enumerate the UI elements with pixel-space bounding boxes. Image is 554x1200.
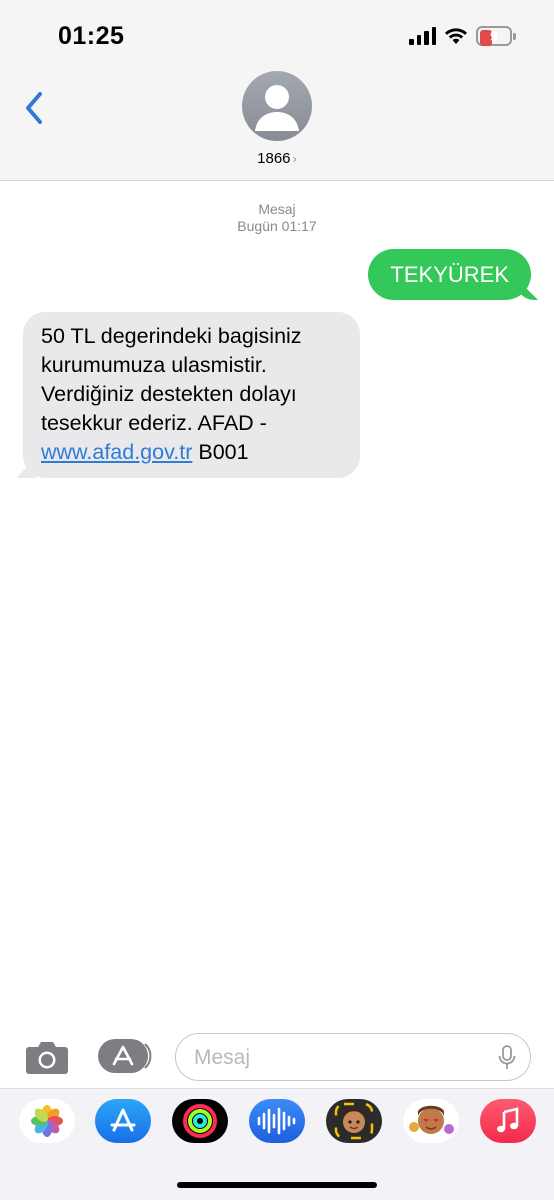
afad-link[interactable]: www.afad.gov.tr <box>41 440 192 464</box>
photos-app[interactable] <box>19 1099 75 1143</box>
contact-name: 1866 <box>257 150 291 167</box>
outgoing-message-text: TEKYÜREK <box>390 262 509 287</box>
memoji-stickers-icon <box>409 1105 454 1134</box>
activity-icon <box>183 1104 217 1138</box>
back-button[interactable] <box>20 90 50 126</box>
memoji-app[interactable] <box>326 1099 382 1143</box>
chevron-right-icon: › <box>292 151 297 166</box>
apps-button[interactable] <box>98 1039 152 1073</box>
photos-icon <box>31 1105 63 1137</box>
camera-icon <box>26 1042 68 1074</box>
outgoing-message-bubble[interactable]: TEKYÜREK <box>368 249 531 300</box>
contact-name-button[interactable]: 1866 › <box>0 150 554 167</box>
status-icons: 9 <box>409 26 516 46</box>
compose-bar <box>0 1025 554 1085</box>
incoming-message-bubble[interactable]: 50 TL degerindeki bagisiniz kurumumuza u… <box>23 312 360 478</box>
home-indicator[interactable] <box>177 1182 377 1188</box>
camera-button[interactable] <box>25 1039 69 1075</box>
service-label: Mesaj <box>258 201 296 217</box>
memoji-stickers-app[interactable] <box>403 1099 459 1143</box>
app-store-icon <box>98 1039 152 1073</box>
timestamp-text: Bugün 01:17 <box>237 218 317 234</box>
status-time: 01:25 <box>58 22 125 50</box>
app-store-icon <box>110 1108 136 1132</box>
battery-icon: 9 <box>476 26 516 46</box>
audio-message-app[interactable] <box>249 1099 305 1143</box>
wifi-icon <box>445 28 467 44</box>
message-input-field[interactable] <box>175 1033 531 1081</box>
music-icon <box>497 1107 519 1133</box>
battery-level: 9 <box>490 28 498 44</box>
activity-app[interactable] <box>172 1099 228 1143</box>
message-timestamp: Mesaj Bugün 01:17 <box>0 201 554 235</box>
microphone-icon <box>498 1045 516 1069</box>
incoming-message-text: 50 TL degerindeki bagisiniz kurumumuza u… <box>41 324 302 435</box>
contact-avatar[interactable] <box>242 71 312 141</box>
person-silhouette-icon <box>255 85 299 131</box>
incoming-message-suffix: B001 <box>192 440 249 464</box>
app-store-app[interactable] <box>95 1099 151 1143</box>
navigation-header: 01:25 9 1866 › <box>0 0 554 181</box>
chevron-left-icon <box>26 92 42 124</box>
memoji-icon <box>334 1102 374 1140</box>
music-app[interactable] <box>480 1099 536 1143</box>
dictation-button[interactable] <box>497 1045 517 1071</box>
message-input[interactable] <box>194 1045 484 1071</box>
audio-message-icon <box>257 1107 296 1135</box>
cellular-signal-icon <box>409 27 436 45</box>
